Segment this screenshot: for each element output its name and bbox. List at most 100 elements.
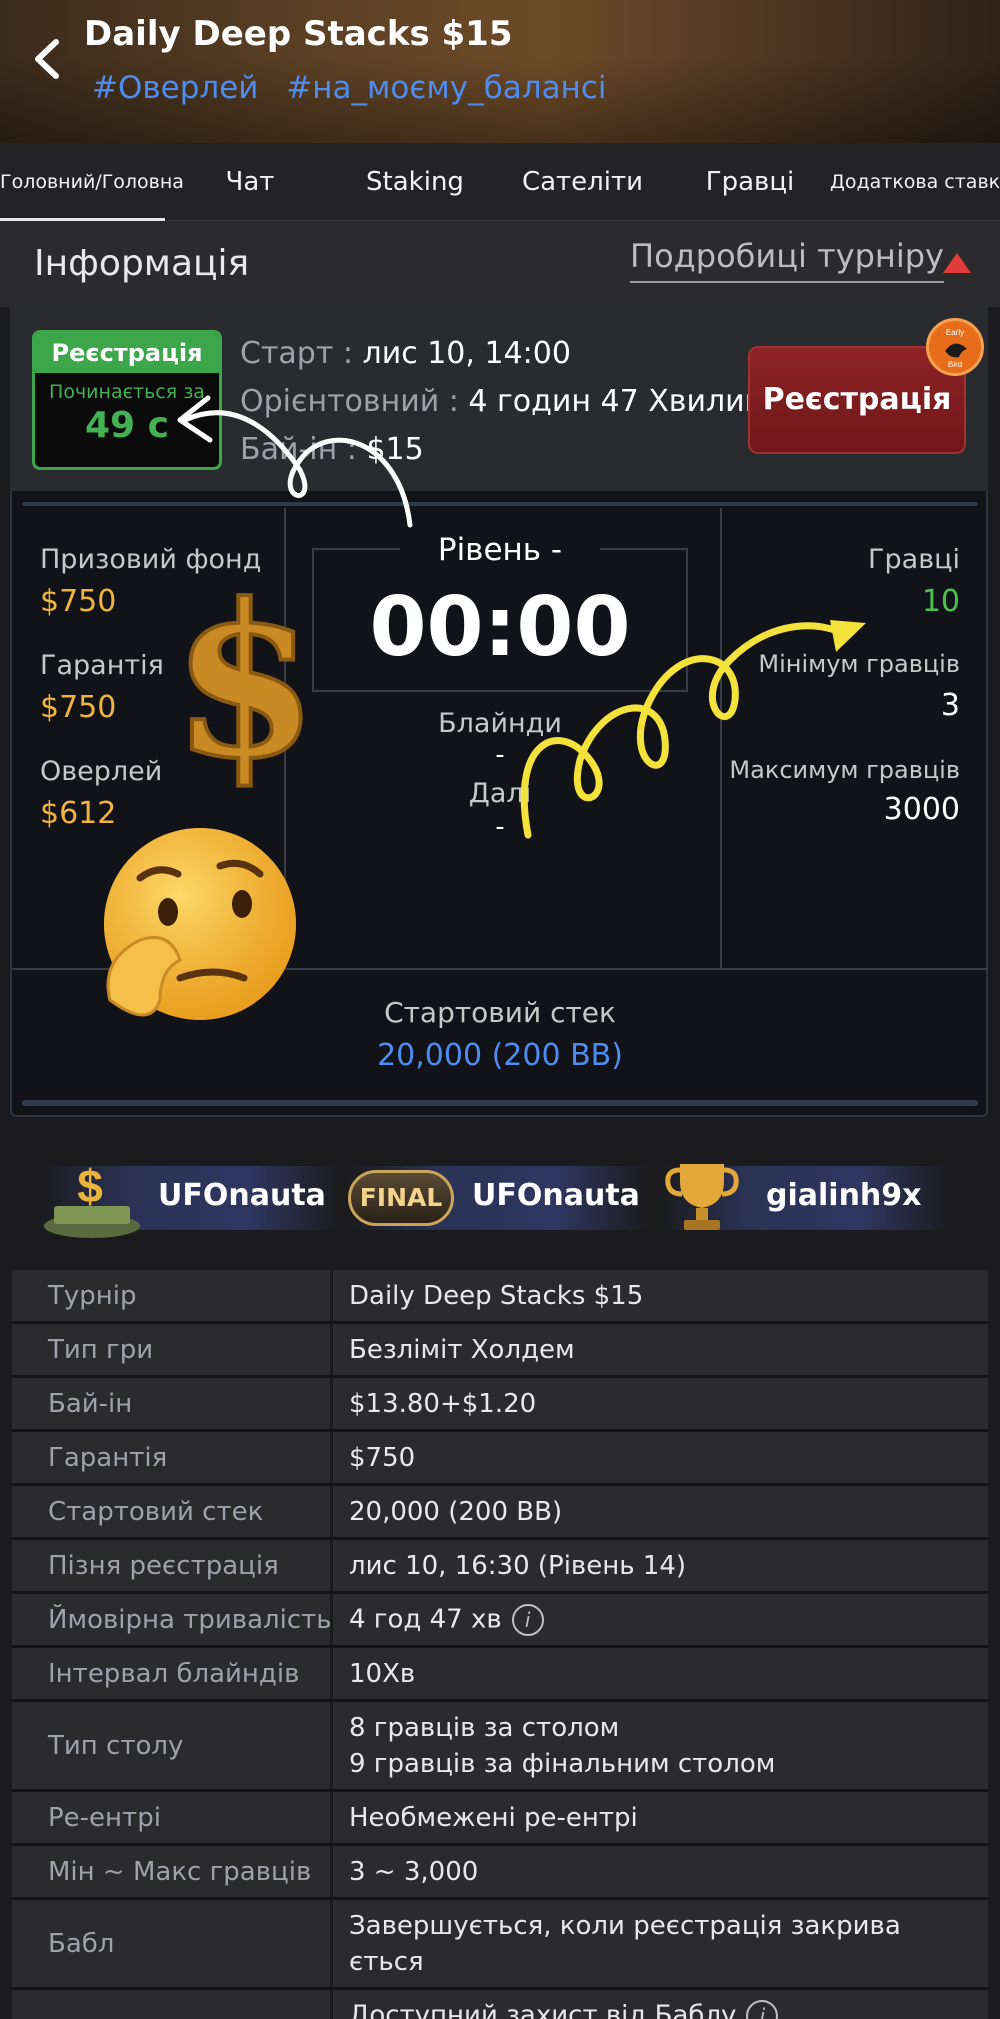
table-row: Мін ~ Макс гравців 3 ~ 3,000 (12, 1846, 988, 1900)
row-label: Бай-ін (12, 1378, 330, 1429)
row-value: Доступний захист від Баблу i (333, 1990, 988, 2019)
tab-bar: Головний/Головна Чат Staking Сателіти Гр… (0, 143, 1000, 221)
row-value: Безліміт Холдем (333, 1324, 988, 1375)
row-value: Завершується, коли реєстрація закрива єт… (333, 1900, 988, 1987)
money-icon: $ (44, 1160, 140, 1238)
winner-name: UFOnauta (472, 1178, 640, 1213)
tab-satellites[interactable]: Сателіти (515, 143, 650, 221)
registration-status-title: Реєстрація (35, 333, 219, 373)
start-key: Старт : (240, 336, 353, 371)
start-time-line: Старт : лис 10, 14:00 (240, 336, 571, 371)
winner-trophy[interactable]: gialinh9x (660, 1164, 950, 1230)
row-value: $750 (333, 1432, 988, 1483)
winner-money[interactable]: $ UFOnauta (40, 1160, 340, 1238)
min-players-value: 3 (940, 688, 960, 723)
min-players-label: Мінімум гравців (758, 650, 960, 678)
table-row: Тип столу 8 гравців за столом 9 гравців … (12, 1702, 988, 1792)
estimated-duration-line: Орієнтовний : 4 годин 47 Хвилин (240, 384, 764, 419)
table-row: Гарантія $750 (12, 1432, 988, 1486)
starting-stack-label: Стартовий стек (384, 996, 616, 1029)
row-value: Необмежені ре-ентрі (333, 1792, 988, 1843)
trophy-icon (665, 1164, 739, 1230)
guarantee-value: $750 (40, 690, 117, 725)
collapse-caret-icon[interactable] (943, 253, 971, 273)
row-label: Бабл (12, 1900, 330, 1987)
start-value: лис 10, 14:00 (362, 336, 571, 371)
buyin-value: $15 (366, 432, 424, 467)
row-label: Ре-ентрі (12, 1792, 330, 1843)
row-value: 10Хв (333, 1648, 988, 1699)
table-row: Доступний захист від Баблу i (12, 1990, 988, 2019)
prize-pool-value: $750 (40, 584, 117, 619)
row-label: Гарантія (12, 1432, 330, 1483)
estimated-key: Орієнтовний : (240, 384, 459, 419)
svg-text:Bird: Bird (948, 360, 962, 369)
tab-players[interactable]: Гравці (690, 143, 810, 221)
row-label (12, 1990, 330, 2019)
tournament-title: Daily Deep Stacks $15 (84, 14, 513, 54)
tab-staking[interactable]: Staking (350, 143, 480, 221)
stats-top-bar (22, 502, 978, 506)
stats-divider-left (284, 508, 286, 968)
row-value: Daily Deep Stacks $15 (333, 1270, 988, 1321)
estimated-value: 4 годин 47 Хвилин (468, 384, 765, 419)
final-badge-icon: FINAL (348, 1170, 454, 1226)
row-value: лис 10, 16:30 (Рівень 14) (333, 1540, 988, 1591)
tab-chat[interactable]: Чат (190, 143, 310, 221)
hashtag-list: #Оверлей #на_моєму_балансі (92, 70, 624, 106)
row-label: Мін ~ Макс гравців (12, 1846, 330, 1897)
registration-status-box: Реєстрація Починається за 49 с (32, 330, 222, 470)
players-value: 10 (921, 584, 960, 619)
table-row: Стартовий стек 20,000 (200 BB) (12, 1486, 988, 1540)
overlay-value: $612 (40, 796, 117, 831)
max-players-value: 3000 (883, 792, 960, 827)
table-row: Бабл Завершується, коли реєстрація закри… (12, 1900, 988, 1990)
early-bird-badge-icon: Early Bird (926, 318, 984, 376)
table-row: Тип гри Безліміт Холдем (12, 1324, 988, 1378)
guarantee-label: Гарантія (40, 650, 164, 681)
table-row: Бай-ін $13.80+$1.20 (12, 1378, 988, 1432)
overlay-label: Оверлей (40, 756, 163, 787)
next-value: - (495, 812, 505, 842)
max-players-label: Максимум гравців (729, 756, 960, 784)
prize-pool-label: Призовий фонд (40, 544, 262, 575)
buyin-line: Бай-ін : $15 (240, 432, 424, 467)
row-label: Пізня реєстрація (12, 1540, 330, 1591)
hashtag-own-balance[interactable]: #на_моєму_балансі (286, 70, 606, 106)
row-label: Тип гри (12, 1324, 330, 1375)
row-value: 3 ~ 3,000 (333, 1846, 988, 1897)
winner-name: gialinh9x (766, 1178, 922, 1213)
row-value: 4 год 47 хв i (333, 1594, 988, 1645)
next-label: Далі (468, 778, 532, 809)
blinds-value: - (495, 740, 505, 770)
hashtag-overlay[interactable]: #Оверлей (92, 70, 258, 106)
svg-text:Early: Early (946, 328, 964, 337)
info-icon[interactable]: i (746, 2000, 779, 2019)
players-label: Гравці (868, 544, 960, 575)
card-bottom-bar (22, 1100, 978, 1106)
row-value: 8 гравців за столом 9 гравців за фінальн… (333, 1702, 988, 1789)
blinds-label: Блайнди (438, 708, 562, 739)
starting-stack-value: 20,000 (200 BB) (377, 1038, 623, 1073)
row-label: Турнір (12, 1270, 330, 1321)
starts-in-label: Починається за (49, 381, 205, 403)
back-arrow-icon[interactable] (28, 34, 68, 84)
table-row: Ре-ентрі Необмежені ре-ентрі (12, 1792, 988, 1846)
row-label: Ймовірна тривалість (12, 1594, 332, 1645)
table-row: Турнір Daily Deep Stacks $15 (12, 1270, 988, 1324)
table-row: Інтервал блайндів 10Хв (12, 1648, 988, 1702)
level-label: Рівень - (400, 532, 600, 568)
info-icon[interactable]: i (511, 1603, 544, 1636)
row-value: $13.80+$1.20 (333, 1378, 988, 1429)
row-label: Інтервал блайндів (12, 1648, 330, 1699)
winner-name: UFOnauta (158, 1178, 326, 1213)
tournament-details-link[interactable]: Подробиці турніру (630, 237, 944, 283)
stats-divider-bottom (12, 968, 988, 970)
stats-divider-right (720, 508, 722, 968)
tab-side-bet[interactable]: Додаткова ставка (830, 143, 1000, 221)
info-heading: Інформація (34, 243, 250, 284)
countdown-value: 49 с (85, 405, 169, 446)
tab-main[interactable]: Головний/Головна (0, 143, 184, 221)
row-label: Тип столу (12, 1702, 330, 1789)
winner-final-table[interactable]: FINAL UFOnauta (348, 1166, 648, 1230)
